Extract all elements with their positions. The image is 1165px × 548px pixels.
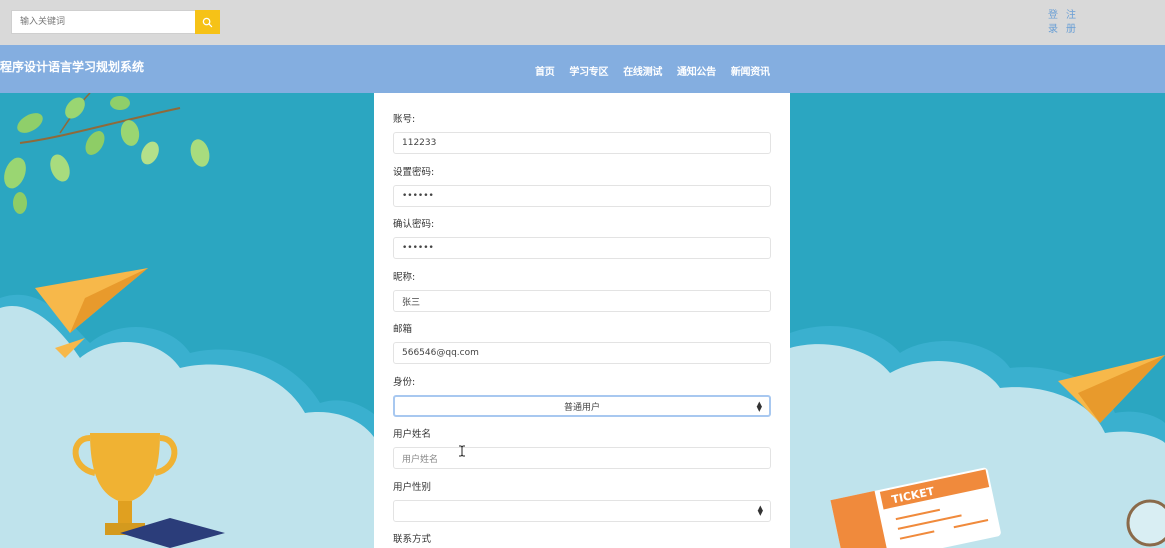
register-char-2: 册 [1066,24,1076,35]
left-cloud [0,294,390,548]
register-form: 账号: 112233 设置密码: •••••• 确认密码: •••••• 昵称:… [374,93,790,548]
nav-bar: 程序设计语言学习规划系统 首页 学习专区 在线测试 通知公告 新闻资讯 [0,45,1165,93]
search-icon [202,17,213,27]
nav-item-news[interactable]: 新闻资讯 [731,63,770,78]
email-label: 邮箱 [393,324,413,335]
login-char-1: 登 [1048,10,1058,21]
email-input[interactable]: 566546@qq.com [393,342,771,364]
site-title: 程序设计语言学习规划系统 [0,60,145,74]
role-select[interactable]: 普通用户 ▲ ▼ [393,395,771,417]
password-field: 设置密码: •••••• [393,167,771,207]
role-select-value: 普通用户 [563,402,600,413]
register-link[interactable]: 注 册 [1065,9,1077,37]
contact-label: 联系方式 [393,534,432,545]
account-label: 账号: [393,114,416,125]
select-arrows-icon: ▲ ▼ [756,400,762,413]
gender-select[interactable]: ▲ ▼ [393,500,771,522]
confirm-password-input[interactable]: •••••• [393,237,771,259]
email-field: 邮箱 566546@qq.com [393,324,771,364]
role-label: 身份: [393,377,416,388]
gender-field: 用户性别 ▲ ▼ [393,482,771,522]
search-input[interactable] [11,10,195,34]
text-cursor-icon [459,445,465,457]
login-char-2: 录 [1048,24,1058,35]
register-char-1: 注 [1066,10,1076,21]
magnifier-illustration [1126,499,1165,547]
nickname-label: 昵称: [393,272,416,283]
nav-item-study[interactable]: 学习专区 [569,63,608,78]
nickname-field: 昵称: 张三 [393,272,771,312]
search-bar [11,10,220,34]
role-field: 身份: 普通用户 ▲ ▼ [393,377,771,417]
nickname-input[interactable]: 张三 [393,290,771,312]
password-input[interactable]: •••••• [393,185,771,207]
contact-field: 联系方式 [393,534,771,546]
leaf-branch [4,93,210,214]
password-label: 设置密码: [393,167,435,178]
account-input[interactable]: 112233 [393,132,771,154]
select-arrows-icon: ▲ ▼ [757,504,763,517]
nav-menu: 首页 学习专区 在线测试 通知公告 新闻资讯 [535,63,785,78]
confirm-password-label: 确认密码: [393,219,435,230]
login-link[interactable]: 登 录 [1047,9,1059,37]
search-button[interactable] [195,10,220,34]
real-name-label: 用户姓名 [393,429,432,440]
real-name-field: 用户姓名 用户姓名 [393,429,771,469]
account-field: 账号: 112233 [393,114,771,154]
confirm-password-field: 确认密码: •••••• [393,219,771,259]
nav-item-notices[interactable]: 通知公告 [677,63,716,78]
nav-item-online-test[interactable]: 在线测试 [623,63,662,78]
top-bar: 登 录 注 册 [0,0,1165,45]
real-name-input[interactable]: 用户姓名 [393,447,771,469]
nav-item-home[interactable]: 首页 [535,63,555,78]
gender-label: 用户性别 [393,482,432,493]
